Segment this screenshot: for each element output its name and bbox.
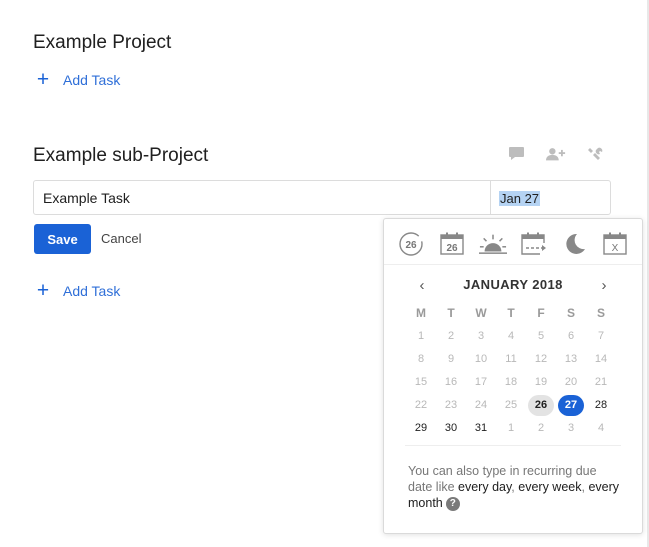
calendar-day[interactable]: 4 bbox=[588, 418, 614, 439]
weekday-label: F bbox=[537, 306, 545, 320]
divider bbox=[405, 445, 621, 446]
weekday-label: T bbox=[507, 306, 515, 320]
add-task-label: Add Task bbox=[63, 283, 121, 299]
weekday-header-row: MTWTFSS bbox=[408, 303, 634, 326]
due-date-input[interactable]: Jan 27 bbox=[499, 191, 541, 206]
calendar-day[interactable]: 21 bbox=[588, 372, 614, 393]
calendar-day[interactable]: 30 bbox=[438, 418, 464, 439]
calendar-day[interactable]: 8 bbox=[408, 349, 434, 370]
no-date-label: X bbox=[612, 243, 619, 254]
tomorrow-icon[interactable]: 26 bbox=[438, 231, 466, 257]
calendar-day[interactable]: 31 bbox=[468, 418, 494, 439]
calendar-day[interactable]: 12 bbox=[528, 349, 554, 370]
calendar-day[interactable]: 2 bbox=[438, 326, 464, 347]
next-week-icon[interactable] bbox=[520, 231, 548, 257]
calendar-day[interactable]: 20 bbox=[558, 372, 584, 393]
comment-icon[interactable] bbox=[506, 145, 526, 163]
calendar-day[interactable]: 4 bbox=[498, 326, 524, 347]
weekday-label: T bbox=[447, 306, 455, 320]
scheduler-popover: 26 26 X ‹ JANUARY 2018 › M T W T F S S 1… bbox=[383, 218, 643, 534]
recurring-hint: You can also type in recurring due date … bbox=[408, 463, 622, 511]
calendar-day[interactable]: 17 bbox=[468, 372, 494, 393]
today-day: 26 bbox=[405, 240, 417, 251]
calendar-day[interactable]: 16 bbox=[438, 372, 464, 393]
calendar-day[interactable]: 5 bbox=[528, 326, 554, 347]
project-title: Example Project bbox=[33, 32, 172, 53]
plus-icon: + bbox=[36, 279, 50, 302]
calendar-day[interactable]: 3 bbox=[558, 418, 584, 439]
tomorrow-day: 26 bbox=[446, 243, 458, 254]
hint-example: every day bbox=[458, 480, 512, 494]
calendar-day[interactable]: 2 bbox=[528, 418, 554, 439]
postpone-icon[interactable] bbox=[561, 231, 589, 257]
calendar-day[interactable]: 10 bbox=[468, 349, 494, 370]
calendar-header: ‹ JANUARY 2018 › bbox=[384, 275, 642, 295]
weekday-label: S bbox=[566, 306, 575, 320]
sub-project-title: Example sub-Project bbox=[33, 145, 209, 166]
calendar-day[interactable]: 28 bbox=[588, 395, 614, 416]
calendar-day[interactable]: 6 bbox=[558, 326, 584, 347]
weekend-icon[interactable] bbox=[479, 231, 507, 257]
calendar-week-row: 29 30 31 1 2 3 4 bbox=[408, 418, 634, 441]
calendar-grid: M T W T F S S 1 2 3 4 5 6 7 8 9 10 11 12 13 14 15 16 17 18 19 20 21… bbox=[408, 303, 634, 441]
quick-date-options: 26 26 X bbox=[384, 231, 642, 257]
add-task-button[interactable]: + Add Task bbox=[35, 68, 121, 91]
weekday-label: S bbox=[596, 306, 605, 320]
hint-example: every week bbox=[518, 480, 582, 494]
calendar-day[interactable]: 14 bbox=[588, 349, 614, 370]
help-icon[interactable]: ? bbox=[445, 496, 460, 511]
calendar-week-row: 1234567 bbox=[408, 326, 634, 349]
calendar-day[interactable]: 18 bbox=[498, 372, 524, 393]
weekday-label: M bbox=[416, 306, 426, 320]
calendar-day[interactable]: 13 bbox=[558, 349, 584, 370]
divider bbox=[490, 181, 491, 214]
calendar-day[interactable]: 29 bbox=[408, 418, 434, 439]
calendar-day[interactable]: 19 bbox=[528, 372, 554, 393]
add-task-label: Add Task bbox=[63, 72, 121, 88]
add-person-icon[interactable] bbox=[546, 145, 566, 163]
calendar-day[interactable]: 24 bbox=[468, 395, 494, 416]
extensions-icon[interactable] bbox=[585, 145, 605, 163]
calendar-week-row: 22 23 24 25 26 27 28 bbox=[408, 395, 634, 418]
calendar-day[interactable]: 25 bbox=[498, 395, 524, 416]
add-task-button[interactable]: + Add Task bbox=[35, 279, 121, 302]
save-button[interactable]: Save bbox=[34, 224, 91, 254]
calendar-day[interactable]: 26 bbox=[528, 395, 554, 416]
plus-icon: + bbox=[36, 68, 50, 91]
cancel-button[interactable]: Cancel bbox=[101, 231, 141, 246]
calendar-day[interactable]: 23 bbox=[438, 395, 464, 416]
next-month-icon[interactable]: › bbox=[594, 275, 614, 295]
task-content-input[interactable]: Example Task bbox=[43, 190, 130, 206]
calendar-week-row: 15 16 17 18 19 20 21 bbox=[408, 372, 634, 395]
no-date-icon[interactable]: X bbox=[601, 231, 629, 257]
today-icon[interactable]: 26 bbox=[397, 231, 425, 257]
project-actions bbox=[506, 145, 605, 163]
calendar-day[interactable]: 11 bbox=[498, 349, 524, 370]
divider bbox=[384, 264, 642, 265]
calendar-day[interactable]: 22 bbox=[408, 395, 434, 416]
task-editor[interactable]: Example Task Jan 27 bbox=[33, 180, 611, 215]
calendar-day[interactable]: 7 bbox=[588, 326, 614, 347]
calendar-day[interactable]: 3 bbox=[468, 326, 494, 347]
calendar-day[interactable]: 15 bbox=[408, 372, 434, 393]
calendar-day[interactable]: 27 bbox=[558, 395, 584, 416]
calendar-day[interactable]: 1 bbox=[498, 418, 524, 439]
calendar-day[interactable]: 9 bbox=[438, 349, 464, 370]
weekday-label: W bbox=[475, 306, 487, 320]
calendar-week-row: 8 9 10 11 12 13 14 bbox=[408, 349, 634, 372]
calendar-day[interactable]: 1 bbox=[408, 326, 434, 347]
